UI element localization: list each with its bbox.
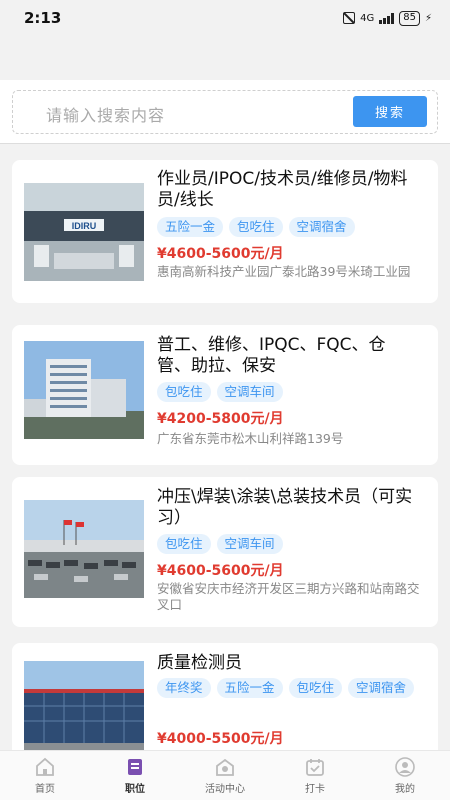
activity-icon <box>214 756 236 778</box>
job-address: 惠南高新科技产业园广泰北路39号米琦工业园 <box>157 264 411 279</box>
job-tag: 包吃住 <box>157 534 211 554</box>
job-tag: 五险一金 <box>216 678 283 698</box>
job-salary: ¥4600-5600元/月 <box>157 246 284 262</box>
tab-activity[interactable]: 活动中心 <box>180 751 270 800</box>
job-tag: 空调宿舍 <box>348 678 415 698</box>
network-label: 4G <box>360 12 375 24</box>
job-card[interactable]: IDIRU 作业员/IPOC/技术员/维修员/物料员/线长 五险一金 包吃住 空… <box>12 160 438 303</box>
job-list: IDIRU 作业员/IPOC/技术员/维修员/物料员/线长 五险一金 包吃住 空… <box>0 150 450 750</box>
tab-label: 职位 <box>125 784 145 795</box>
search-button[interactable]: 搜索 <box>353 96 427 127</box>
job-tag: 空调宿舍 <box>288 217 355 237</box>
job-address: 广东省东莞市松木山利祥路139号 <box>157 431 344 446</box>
home-icon <box>34 756 56 778</box>
job-tag: 空调车间 <box>216 534 283 554</box>
office-lobby-photo: IDIRU <box>24 183 144 281</box>
profile-icon <box>394 756 416 778</box>
status-bar: 2:13 4G 85 ⚡ <box>0 0 450 36</box>
job-title: 作业员/IPOC/技术员/维修员/物料员/线长 <box>157 169 408 210</box>
calendar-icon <box>304 756 326 778</box>
signal-icon <box>379 12 395 24</box>
glass-building-photo <box>24 661 144 750</box>
status-time: 2:13 <box>24 9 62 27</box>
job-address: 安徽省安庆市经济开发区三期方兴路和站南路交叉口 <box>157 581 420 612</box>
job-tags: 五险一金 包吃住 空调宿舍 <box>157 217 427 237</box>
svg-text:IDIRU: IDIRU <box>72 221 97 231</box>
tab-profile[interactable]: 我的 <box>360 751 450 800</box>
job-title: 普工、维修、IPQC、FQC、仓管、助拉、保安 <box>157 335 386 376</box>
job-title: 冲压\焊装\涂装\总装技术员（可实习） <box>157 487 413 528</box>
status-icons: 4G 85 ⚡ <box>343 10 432 26</box>
search-placeholder: 请输入搜索内容 <box>46 106 166 125</box>
jobs-icon <box>124 756 146 778</box>
tab-jobs[interactable]: 职位 <box>90 751 180 800</box>
factory-building-photo <box>24 341 144 439</box>
job-card[interactable]: 普工、维修、IPQC、FQC、仓管、助拉、保安 包吃住 空调车间 ¥4200-5… <box>12 325 438 465</box>
job-card[interactable]: 质量检测员 年终奖 五险一金 包吃住 空调宿舍 ¥4000-5500元/月 <box>12 643 438 750</box>
job-salary: ¥4200-5800元/月 <box>157 411 284 427</box>
job-tag: 包吃住 <box>288 678 343 698</box>
job-tag: 年终奖 <box>157 678 211 698</box>
job-title: 质量检测员 <box>157 653 242 673</box>
tab-checkin[interactable]: 打卡 <box>270 751 360 800</box>
job-salary: ¥4600-5600元/月 <box>157 563 284 579</box>
job-card[interactable]: 冲压\焊装\涂装\总装技术员（可实习） 包吃住 空调车间 ¥4600-5600元… <box>12 477 438 627</box>
job-tags: 年终奖 五险一金 包吃住 空调宿舍 <box>157 678 427 698</box>
job-tag: 空调车间 <box>216 382 283 402</box>
tab-label: 打卡 <box>305 784 325 795</box>
job-salary: ¥4000-5500元/月 <box>157 731 284 747</box>
job-tag: 包吃住 <box>157 382 211 402</box>
charging-icon: ⚡ <box>424 12 432 24</box>
tab-home[interactable]: 首页 <box>0 751 90 800</box>
tab-bar: 首页 职位 活动中心 打卡 我的 <box>0 750 450 800</box>
search-bar: 请输入搜索内容 搜索 <box>0 80 450 144</box>
battery-icon: 85 <box>399 10 420 26</box>
tab-label: 活动中心 <box>205 784 245 795</box>
job-tags: 包吃住 空调车间 <box>157 382 427 402</box>
job-tags: 包吃住 空调车间 <box>157 534 427 554</box>
tab-label: 我的 <box>395 784 415 795</box>
job-tag: 包吃住 <box>229 217 283 237</box>
plant-parking-photo <box>24 500 144 598</box>
tab-label: 首页 <box>35 784 55 795</box>
mute-icon <box>343 12 356 24</box>
job-tag: 五险一金 <box>157 217 224 237</box>
